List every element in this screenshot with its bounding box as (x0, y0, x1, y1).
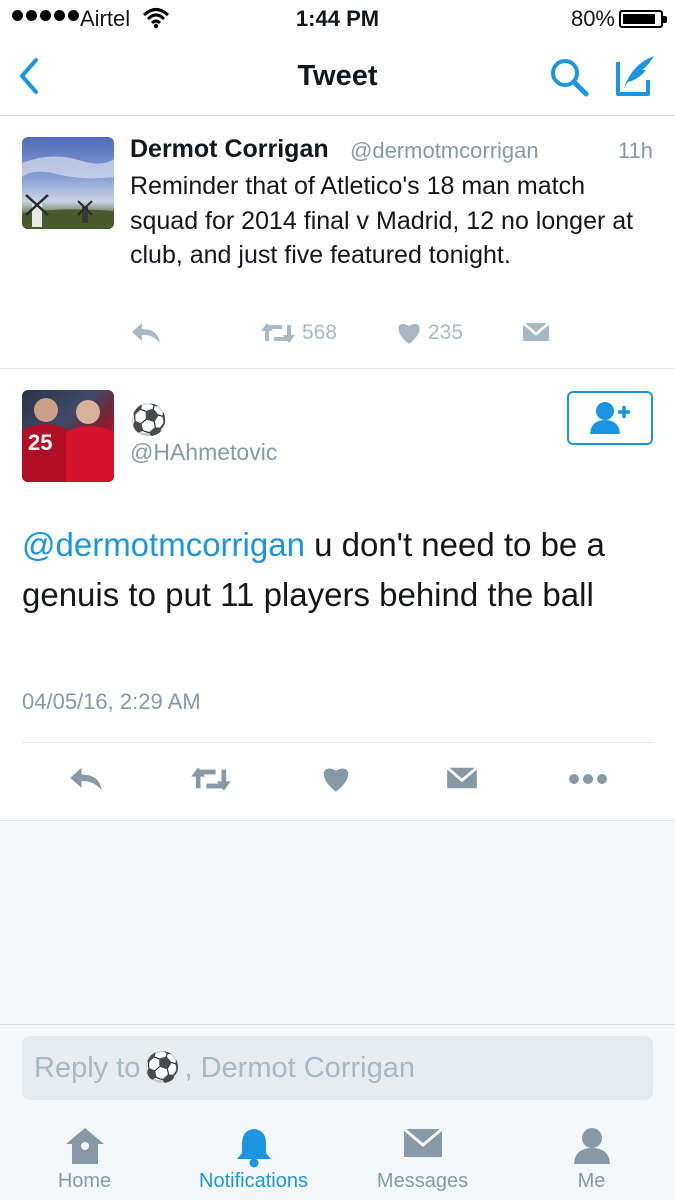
reply-bar: Reply to ⚽ , Dermot Corrigan (0, 1024, 675, 1112)
avatar[interactable] (22, 137, 114, 229)
like-button[interactable]: 235 (396, 321, 463, 345)
heart-icon (323, 768, 349, 792)
reply-input[interactable]: Reply to ⚽ , Dermot Corrigan (22, 1036, 653, 1100)
reply-button[interactable] (68, 765, 104, 793)
reply-placeholder-emoji: ⚽ (144, 1052, 181, 1084)
tweet-timestamp: 04/05/16, 2:29 AM (22, 689, 201, 714)
tab-bar: Home Notifications Messages Me (0, 1112, 675, 1200)
envelope-icon (446, 766, 478, 789)
compose-icon[interactable] (612, 52, 658, 98)
envelope-icon (402, 1127, 443, 1157)
retweet-icon (261, 323, 295, 343)
envelope-icon (522, 322, 550, 341)
parent-tweet[interactable]: Dermot Corrigan @dermotmcorrigan 11h Rem… (0, 117, 675, 369)
author-handle[interactable]: @HAhmetovic (130, 439, 277, 466)
battery-icon (619, 10, 667, 28)
reply-placeholder-suffix: , Dermot Corrigan (184, 1051, 415, 1084)
more-button[interactable] (568, 765, 608, 793)
avatar[interactable]: 25 (22, 390, 114, 482)
search-icon[interactable] (548, 56, 590, 98)
like-count: 235 (428, 321, 464, 344)
retweet-button[interactable]: 568 (260, 321, 337, 345)
add-user-icon (590, 402, 630, 434)
tweet-text: Reminder that of Atletico's 18 man match… (130, 172, 634, 269)
mention-link[interactable]: @dermotmcorrigan (22, 526, 305, 563)
tab-notifications[interactable]: Notifications (169, 1112, 338, 1200)
football-players-photo-icon: 25 (22, 398, 114, 482)
main-tweet-actions (0, 765, 675, 799)
retweet-button[interactable] (190, 765, 232, 793)
tab-label: Messages (376, 1170, 469, 1192)
like-button[interactable] (321, 765, 351, 793)
windmill-photo-icon (22, 156, 114, 229)
reply-placeholder-prefix: Reply to (34, 1051, 141, 1084)
svg-text:25: 25 (28, 430, 52, 455)
bell-icon (236, 1129, 271, 1168)
retweet-icon (191, 767, 231, 791)
follow-button[interactable] (567, 391, 653, 445)
tab-home[interactable]: Home (0, 1112, 169, 1200)
more-dots-icon (569, 774, 607, 784)
tab-messages[interactable]: Messages (338, 1112, 507, 1200)
reply-button[interactable] (130, 321, 162, 345)
reply-icon (132, 323, 160, 343)
tab-label: Me (577, 1170, 606, 1192)
author-handle[interactable]: @dermotmcorrigan (350, 138, 539, 164)
divider (22, 742, 653, 743)
empty-area (0, 822, 675, 1024)
tab-label: Home (57, 1170, 112, 1192)
tweet-text: @dermotmcorrigan u don't need to be a ge… (22, 520, 652, 620)
tab-me[interactable]: Me (507, 1112, 675, 1200)
reply-icon (70, 767, 102, 791)
tweet-age: 11h (617, 138, 653, 163)
retweet-count: 568 (302, 321, 338, 344)
tab-label: Notifications (199, 1170, 308, 1192)
status-bar: Airtel 1:44 PM 80% (0, 0, 675, 38)
heart-icon (398, 323, 420, 344)
main-tweet: 25 ⚽ @HAhmetovic @dermotmcorrigan u don'… (0, 369, 675, 821)
author-name[interactable]: Dermot Corrigan (130, 135, 329, 164)
display-name[interactable]: ⚽ (130, 403, 167, 438)
nav-bar: Tweet (0, 38, 675, 116)
direct-message-button[interactable] (522, 321, 550, 343)
home-icon (65, 1128, 104, 1164)
direct-message-button[interactable] (446, 765, 478, 791)
battery-percent: 80% (570, 6, 615, 31)
person-icon (573, 1128, 610, 1164)
parent-tweet-actions: 568 235 (0, 321, 675, 351)
